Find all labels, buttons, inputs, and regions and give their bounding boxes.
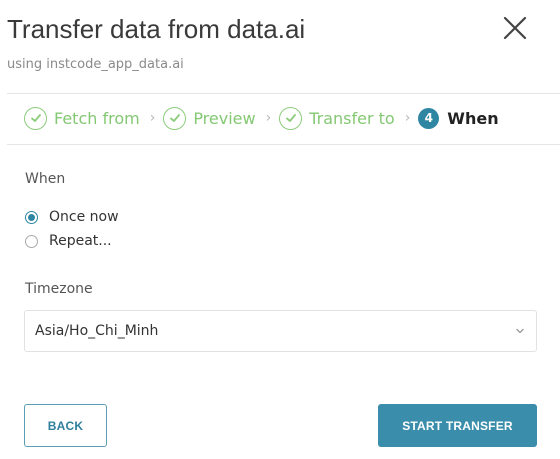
radio-once-now[interactable]: Once now: [25, 209, 119, 225]
radio-repeat[interactable]: Repeat...: [25, 233, 112, 249]
step-label: When: [447, 108, 499, 128]
header-divider: [7, 93, 560, 94]
radio-label: Repeat...: [49, 233, 112, 249]
check-circle-icon: [24, 106, 47, 130]
close-button[interactable]: [500, 13, 530, 43]
start-transfer-button[interactable]: START TRANSFER: [378, 404, 537, 447]
step-when[interactable]: 4 When: [418, 107, 499, 129]
radio-label: Once now: [49, 209, 119, 225]
close-icon: [503, 16, 527, 40]
back-button[interactable]: BACK: [24, 404, 107, 447]
dialog-title: Transfer data from data.ai: [7, 14, 306, 44]
stepper: Fetch from › Preview › Transfer to › 4 W…: [24, 103, 499, 133]
step-label: Preview: [193, 108, 256, 128]
chevron-right-icon: ›: [265, 110, 272, 126]
timezone-label: Timezone: [25, 281, 93, 297]
timezone-select[interactable]: Asia/Ho_Chi_Minh: [24, 310, 537, 352]
radio-selected-icon[interactable]: [25, 210, 38, 224]
step-transfer-to[interactable]: Transfer to: [279, 106, 395, 130]
radio-unselected-icon[interactable]: [25, 234, 38, 248]
step-preview[interactable]: Preview: [163, 106, 256, 130]
step-label: Fetch from: [54, 108, 140, 128]
stepper-divider: [7, 144, 560, 145]
timezone-value: Asia/Ho_Chi_Minh: [35, 323, 159, 339]
check-circle-icon: [163, 106, 187, 130]
dialog-subtitle: using instcode_app_data.ai: [7, 57, 184, 72]
chevron-down-icon: [516, 328, 524, 334]
step-fetch-from[interactable]: Fetch from: [24, 106, 140, 130]
check-circle-icon: [279, 106, 303, 130]
chevron-right-icon: ›: [149, 110, 156, 126]
when-label: When: [25, 171, 66, 187]
chevron-right-icon: ›: [404, 110, 411, 126]
step-number-badge: 4: [418, 107, 440, 129]
step-label: Transfer to: [309, 108, 395, 128]
